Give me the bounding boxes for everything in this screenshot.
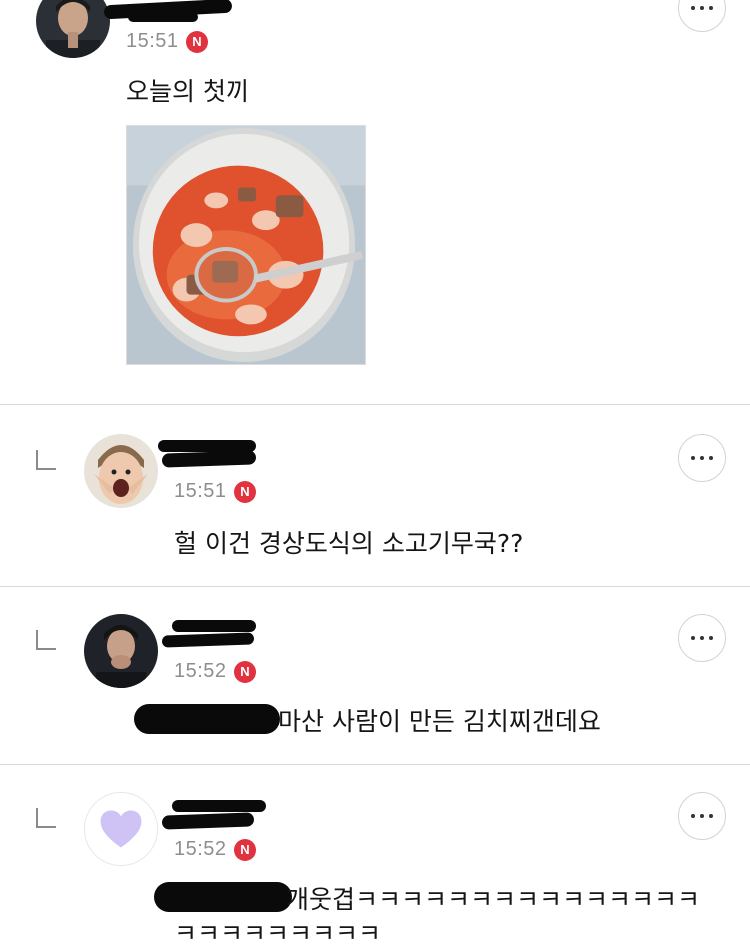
new-badge: N bbox=[234, 481, 256, 503]
heart-icon bbox=[85, 793, 157, 865]
more-options-icon bbox=[691, 456, 695, 460]
post-author-avatar[interactable] bbox=[36, 0, 110, 58]
redacted-mention bbox=[134, 704, 280, 734]
reply-text: 마산 사람이 만든 김치찌갠데요 bbox=[278, 707, 601, 736]
reply-author-avatar[interactable] bbox=[84, 792, 158, 866]
reply-timestamp: 15:51 bbox=[174, 480, 227, 502]
redacted-username bbox=[161, 812, 255, 830]
more-options-button[interactable] bbox=[678, 614, 726, 662]
divider bbox=[0, 586, 750, 587]
more-options-icon bbox=[691, 6, 695, 10]
post-timestamp: 15:51 bbox=[126, 30, 179, 52]
divider bbox=[0, 764, 750, 765]
redacted-username bbox=[172, 620, 256, 632]
post-text: 오늘의 첫끼 bbox=[126, 77, 249, 106]
new-badge: N bbox=[234, 839, 256, 861]
more-options-button[interactable] bbox=[678, 434, 726, 482]
redacted-username bbox=[172, 800, 266, 812]
reply-text: 개웃겹ㅋㅋㅋㅋㅋㅋㅋㅋㅋㅋㅋㅋㅋㅋㅋ bbox=[286, 885, 701, 914]
more-options-icon bbox=[691, 814, 695, 818]
reply-text-continued: ㅋㅋㅋㅋㅋㅋㅋㅋㅋ bbox=[174, 919, 382, 948]
post-photo[interactable] bbox=[126, 125, 366, 365]
redacted-username bbox=[161, 450, 257, 468]
new-badge: N bbox=[234, 661, 256, 683]
reply-indent-icon bbox=[36, 450, 56, 470]
reply-timestamp: 15:52 bbox=[174, 660, 227, 682]
reply-indent-icon bbox=[36, 808, 56, 828]
more-options-button[interactable] bbox=[678, 0, 726, 32]
reply-author-avatar[interactable] bbox=[84, 434, 158, 508]
reply-indent-icon bbox=[36, 630, 56, 650]
more-options-icon bbox=[691, 636, 695, 640]
reply-text: 헐 이건 경상도식의 소고기무국?? bbox=[174, 529, 524, 558]
new-badge: N bbox=[186, 31, 208, 53]
redacted-username bbox=[161, 632, 255, 648]
redacted-username bbox=[128, 12, 198, 22]
more-options-button[interactable] bbox=[678, 792, 726, 840]
divider bbox=[0, 404, 750, 405]
redacted-mention bbox=[154, 882, 292, 912]
reply-timestamp: 15:52 bbox=[174, 838, 227, 860]
reply-author-avatar[interactable] bbox=[84, 614, 158, 688]
